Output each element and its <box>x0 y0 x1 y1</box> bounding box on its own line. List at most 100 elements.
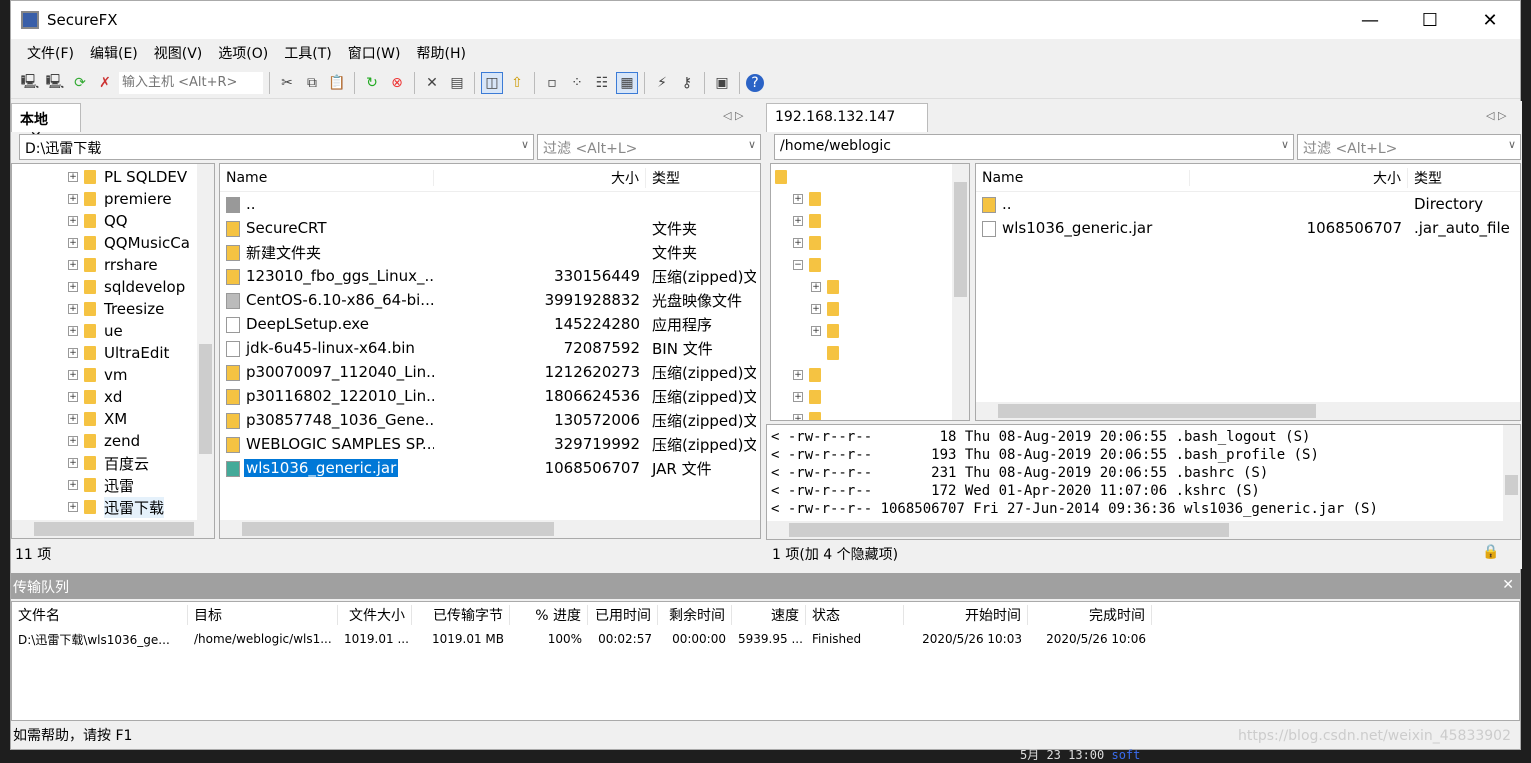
expand-icon[interactable]: + <box>68 326 78 336</box>
expand-icon[interactable]: + <box>811 282 821 292</box>
expand-icon[interactable]: + <box>793 392 803 402</box>
split-view-icon[interactable]: ◫ <box>481 71 503 94</box>
chevron-down-icon[interactable]: ∨ <box>1508 138 1516 151</box>
host-input[interactable] <box>119 71 263 94</box>
file-row[interactable]: CentOS-6.10-x86_64-bi... 3991928832 光盘映像文件 <box>220 288 760 312</box>
expand-icon[interactable]: + <box>68 414 78 424</box>
column-header-1[interactable]: 大小 <box>1190 167 1408 188</box>
column-header-2[interactable]: 类型 <box>646 168 756 188</box>
stop-icon[interactable]: ⊗ <box>386 72 408 94</box>
expand-icon[interactable]: + <box>68 194 78 204</box>
expand-icon[interactable]: + <box>68 370 78 380</box>
column-header-0[interactable]: Name <box>976 169 1190 186</box>
queue-column-10[interactable]: 完成时间 <box>1028 605 1152 625</box>
file-row[interactable]: .. <box>220 192 760 216</box>
tree-item[interactable]: + <box>771 298 969 320</box>
key-icon[interactable]: ⚷ <box>676 72 698 94</box>
queue-column-1[interactable]: 目标 <box>188 605 338 625</box>
large-icons-icon[interactable]: ▫ <box>541 72 563 94</box>
tab-scroll-arrows[interactable]: ◁ ▷ <box>723 109 743 122</box>
paste-icon[interactable]: 📋 <box>326 72 348 94</box>
properties-icon[interactable]: ▤ <box>446 72 468 94</box>
remote-filter-combo[interactable]: 过滤 <Alt+L> ∨ <box>1297 134 1521 160</box>
file-row[interactable]: wls1036_generic.jar 1068506707 JAR 文件 <box>220 456 760 480</box>
disconnect-icon[interactable]: ✗ <box>94 72 116 94</box>
tree-item[interactable]: + <box>771 276 969 298</box>
tree-item[interactable]: + PL SQLDEV <box>12 166 214 188</box>
queue-column-7[interactable]: 速度 <box>732 605 806 625</box>
expand-icon[interactable]: + <box>68 216 78 226</box>
tree-item[interactable]: + ue <box>12 320 214 342</box>
tree-item[interactable]: + QQMusicCa <box>12 232 214 254</box>
expand-icon[interactable]: − <box>793 260 803 270</box>
queue-column-3[interactable]: 已传输字节 <box>412 605 510 625</box>
tree-item[interactable]: + <box>771 364 969 386</box>
menu-item[interactable]: 工具(T) <box>276 43 339 63</box>
expand-icon[interactable]: + <box>68 172 78 182</box>
small-icons-icon[interactable]: ⁘ <box>566 72 588 94</box>
tab-local[interactable]: 本地 ✕ <box>11 103 81 145</box>
quick-connect-icon[interactable]: 🖳 <box>44 72 66 94</box>
help-icon[interactable]: ? <box>746 73 764 92</box>
queue-column-2[interactable]: 文件大小 <box>338 605 412 625</box>
securecrt-icon[interactable]: ▣ <box>711 72 733 94</box>
horizontal-scrollbar[interactable] <box>976 402 1520 420</box>
chevron-down-icon[interactable]: ∨ <box>521 138 529 151</box>
queue-column-0[interactable]: 文件名 <box>12 605 188 625</box>
expand-icon[interactable]: + <box>793 194 803 204</box>
chevron-down-icon[interactable]: ∨ <box>1281 138 1289 151</box>
tree-item[interactable]: + <box>771 210 969 232</box>
tree-item[interactable]: + <box>771 320 969 342</box>
refresh-icon[interactable]: ↻ <box>361 72 383 94</box>
tree-item[interactable]: + premiere <box>12 188 214 210</box>
file-row[interactable]: jdk-6u45-linux-x64.bin 72087592 BIN 文件 <box>220 336 760 360</box>
vertical-scrollbar[interactable] <box>197 164 214 520</box>
tree-item[interactable]: + <box>771 386 969 408</box>
expand-icon[interactable]: + <box>68 436 78 446</box>
file-row[interactable]: DeepLSetup.exe 145224280 应用程序 <box>220 312 760 336</box>
tree-item[interactable]: + UltraEdit <box>12 342 214 364</box>
chevron-down-icon[interactable]: ∨ <box>748 138 756 151</box>
file-row[interactable]: p30116802_122010_Lin... 1806624536 压缩(zipp… <box>220 384 760 408</box>
queue-column-8[interactable]: 状态 <box>806 605 904 625</box>
tree-item[interactable] <box>771 166 969 188</box>
file-row[interactable]: wls1036_generic.jar 1068506707 .jar_auto_f… <box>976 216 1520 240</box>
tree-item[interactable]: + xd <box>12 386 214 408</box>
tree-item[interactable]: + zend <box>12 430 214 452</box>
file-row[interactable]: WEBLOGIC SAMPLES SP... 329719992 压缩(zipped… <box>220 432 760 456</box>
column-header-0[interactable]: Name <box>220 169 434 186</box>
tree-item[interactable]: + <box>771 408 969 420</box>
menu-item[interactable]: 视图(V) <box>146 43 211 63</box>
column-header-2[interactable]: 类型 <box>1408 168 1518 188</box>
list-view-icon[interactable]: ☷ <box>591 72 613 94</box>
expand-icon[interactable]: + <box>793 414 803 420</box>
horizontal-scrollbar[interactable] <box>12 520 214 538</box>
vertical-scrollbar[interactable] <box>952 164 969 420</box>
queue-column-9[interactable]: 开始时间 <box>904 605 1028 625</box>
expand-icon[interactable]: + <box>68 392 78 402</box>
file-row[interactable]: p30857748_1036_Gene... 130572006 压缩(zipped… <box>220 408 760 432</box>
tree-item[interactable]: + 迅雷下载 <box>12 496 214 518</box>
menu-item[interactable]: 文件(F) <box>19 43 82 63</box>
queue-column-4[interactable]: % 进度 <box>510 605 588 625</box>
sync-icon[interactable]: ⚡ <box>651 72 673 94</box>
menu-item[interactable]: 编辑(E) <box>82 43 146 63</box>
queue-close-icon[interactable]: ✕ <box>1502 577 1514 593</box>
delete-icon[interactable]: ✕ <box>421 72 443 94</box>
local-path-combo[interactable]: D:\迅雷下载 ∨ <box>19 134 534 160</box>
menu-item[interactable]: 帮助(H) <box>409 43 474 63</box>
expand-icon[interactable]: + <box>793 216 803 226</box>
remote-path-combo[interactable]: /home/weblogic ∨ <box>774 134 1294 160</box>
tree-item[interactable]: + <box>771 188 969 210</box>
queue-column-5[interactable]: 已用时间 <box>588 605 658 625</box>
up-folder-icon[interactable]: ⇧ <box>506 72 528 94</box>
file-row[interactable]: 123010_fbo_ggs_Linux_... 330156449 压缩(zipp… <box>220 264 760 288</box>
tree-item[interactable]: + QQ <box>12 210 214 232</box>
tree-item[interactable]: + Treesize <box>12 298 214 320</box>
queue-row[interactable]: D:\迅雷下载\wls1036_ge... /home/weblogic/wls1… <box>12 628 1519 650</box>
expand-icon[interactable]: + <box>68 502 78 512</box>
maximize-button[interactable]: ☐ <box>1400 10 1460 31</box>
file-row[interactable]: p30070097_112040_Lin... 1212620273 压缩(zipp… <box>220 360 760 384</box>
expand-icon[interactable]: + <box>793 370 803 380</box>
tree-item[interactable]: + 迅雷 <box>12 474 214 496</box>
